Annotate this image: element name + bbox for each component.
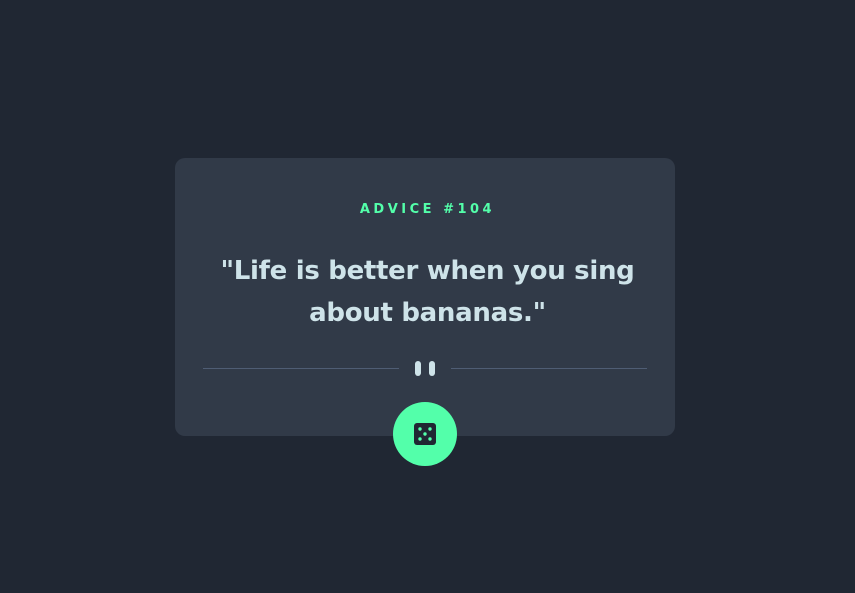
pause-bar-right [429,361,435,376]
pause-bar-left [415,361,421,376]
advice-quote: "Life is better when you sing about bana… [220,256,635,328]
page: ADVICE #104 "Life is better when you sin… [0,0,855,593]
divider-line-left [203,368,399,369]
pause-icon [415,361,435,376]
generate-advice-button[interactable] [393,402,457,466]
dice-icon [414,423,436,445]
divider-line-right [451,368,647,369]
advice-id: ADVICE #104 [359,202,496,217]
